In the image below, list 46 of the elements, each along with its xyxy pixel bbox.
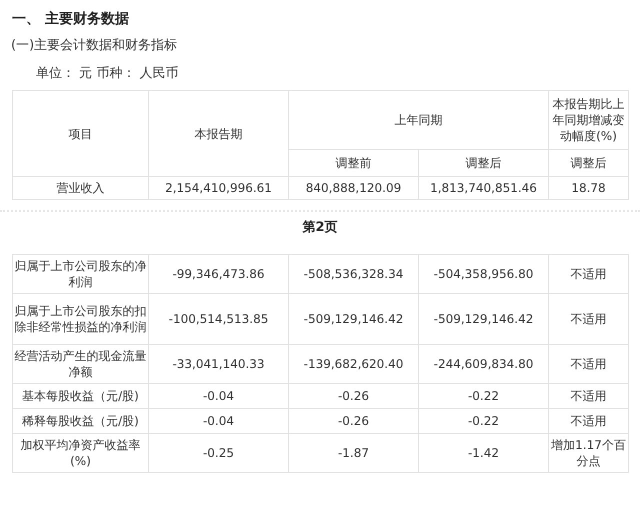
table-cell: 基本每股收益（元/股): [12, 384, 148, 408]
table-cell: -504,358,956.80: [418, 254, 548, 294]
table-cell: 上年同期: [288, 90, 548, 150]
section-heading: 一、 主要财务数据: [12, 10, 130, 29]
table-cell: 不适用: [548, 294, 628, 344]
table-cell: 不适用: [548, 344, 628, 384]
table-cell: -99,346,473.86: [148, 254, 288, 294]
unit-label: 单位： 元 币种： 人民币: [36, 65, 180, 83]
table-cell: -0.26: [288, 408, 418, 434]
table-cell: -139,682,620.40: [288, 344, 418, 384]
table-cell: 营业收入: [12, 176, 148, 200]
table-cell: 不适用: [548, 408, 628, 434]
table-cell: -0.04: [148, 408, 288, 434]
page-number: 第2页: [301, 219, 339, 237]
table-cell: -1.87: [288, 434, 418, 472]
table-cell: 本报告期比上年同期增减变动幅度(%): [548, 90, 628, 150]
table-cell: -509,129,146.42: [418, 294, 548, 344]
table-cell: 调整后: [548, 150, 628, 176]
table-cell: 18.78: [548, 176, 628, 200]
table-cell: -0.04: [148, 384, 288, 408]
table-cell: -0.22: [418, 384, 548, 408]
subsection-heading: (一)主要会计数据和财务指标: [11, 37, 178, 55]
table-cell: 稀释每股收益（元/股): [12, 408, 148, 434]
table-cell: 归属于上市公司股东的扣除非经常性损益的净利润: [12, 294, 148, 344]
table-cell: -33,041,140.33: [148, 344, 288, 384]
table-cell: -100,514,513.85: [148, 294, 288, 344]
table-cell: 不适用: [548, 384, 628, 408]
table-cell: 调整前: [288, 150, 418, 176]
table-cell: 增加1.17个百分点: [548, 434, 628, 472]
table-cell: 840,888,120.09: [288, 176, 418, 200]
table-cell: 归属于上市公司股东的净利润: [12, 254, 148, 294]
table-cell: -1.42: [418, 434, 548, 472]
table-cell: 1,813,740,851.46: [418, 176, 548, 200]
table-cell: 加权平均净资产收益率(%): [12, 434, 148, 472]
table-cell: -508,536,328.34: [288, 254, 418, 294]
table-cell: -0.22: [418, 408, 548, 434]
table-cell: -0.25: [148, 434, 288, 472]
table-cell: 本报告期: [148, 90, 288, 176]
table-cell: -244,609,834.80: [418, 344, 548, 384]
table-cell: 2,154,410,996.61: [148, 176, 288, 200]
table-cell: 经营活动产生的现金流量净额: [12, 344, 148, 384]
table-cell: 不适用: [548, 254, 628, 294]
table-cell: 项目: [12, 90, 148, 176]
table-cell: 调整后: [418, 150, 548, 176]
table-cell: -509,129,146.42: [288, 294, 418, 344]
table-cell: -0.26: [288, 384, 418, 408]
